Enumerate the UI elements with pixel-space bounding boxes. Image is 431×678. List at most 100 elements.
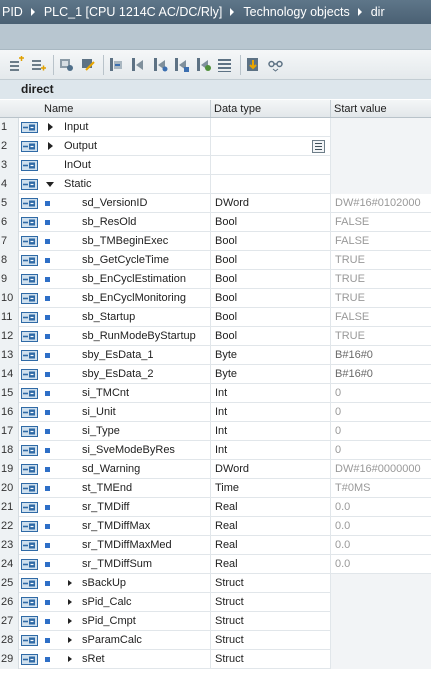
data-type-cell[interactable]: Byte (211, 364, 331, 384)
copy-snapshot-icon[interactable] (130, 56, 147, 73)
table-row[interactable]: 6 sb_ResOld Bool FALSE (0, 212, 431, 232)
add-row-icon[interactable] (30, 56, 47, 73)
data-type-cell[interactable]: DWord (211, 459, 331, 479)
start-value-cell[interactable] (331, 611, 431, 631)
expand-arrow-icon[interactable] (65, 574, 75, 593)
table-row[interactable]: 20 st_TMEnd Time T#0MS (0, 478, 431, 498)
name-cell[interactable]: sby_EsData_2 (41, 364, 211, 384)
start-value-cell[interactable]: FALSE (331, 213, 431, 232)
reset-icon[interactable] (58, 56, 75, 73)
table-row[interactable]: 15 si_TMCnt Int 0 (0, 383, 431, 403)
expand-arrow-icon[interactable] (65, 650, 75, 669)
start-value-cell[interactable] (331, 155, 431, 175)
name-cell[interactable]: sb_ResOld (41, 212, 211, 232)
data-type-cell[interactable] (211, 155, 331, 175)
glasses-icon[interactable] (267, 56, 284, 73)
expand-all-icon[interactable] (245, 56, 262, 73)
start-value-cell[interactable]: 0 (331, 384, 431, 403)
data-type-cell[interactable]: Struct (211, 630, 331, 650)
header-start-value[interactable]: Start value (331, 100, 431, 117)
name-cell[interactable]: sb_EnCyclEstimation (41, 269, 211, 289)
expand-arrow-icon[interactable] (65, 593, 75, 612)
data-type-cell[interactable]: Struct (211, 592, 331, 612)
start-value-cell[interactable] (331, 630, 431, 650)
start-value-cell[interactable] (331, 136, 431, 156)
name-cell[interactable]: sParamCalc (41, 630, 211, 650)
data-type-cell[interactable]: Bool (211, 269, 331, 289)
apply-snapshot-icon[interactable] (195, 56, 212, 73)
name-cell[interactable]: sRet (41, 649, 211, 669)
browse-list-icon[interactable] (312, 139, 325, 153)
table-row[interactable]: 9 sb_EnCyclEstimation Bool TRUE (0, 269, 431, 289)
name-cell[interactable]: sBackUp (41, 573, 211, 593)
header-data-type[interactable]: Data type (211, 100, 331, 117)
table-row[interactable]: 4 Static (0, 174, 431, 194)
data-type-cell[interactable]: Real (211, 516, 331, 536)
breadcrumb-item[interactable]: dir (371, 5, 385, 19)
name-cell[interactable]: sb_Startup (41, 307, 211, 327)
table-row[interactable]: 28 sParamCalc Struct (0, 630, 431, 650)
header-name[interactable]: Name (41, 100, 211, 117)
data-type-cell[interactable]: Bool (211, 288, 331, 308)
name-cell[interactable]: sr_TMDiffMaxMed (41, 535, 211, 555)
data-type-cell[interactable] (211, 174, 331, 194)
start-value-cell[interactable]: 0 (331, 441, 431, 460)
data-type-cell[interactable]: Real (211, 554, 331, 574)
name-cell[interactable]: Input (41, 117, 211, 137)
start-value-cell[interactable]: 0.0 (331, 517, 431, 536)
start-value-cell[interactable] (331, 592, 431, 612)
start-value-cell[interactable]: 0.0 (331, 536, 431, 555)
start-value-cell[interactable]: TRUE (331, 289, 431, 308)
name-cell[interactable]: sr_TMDiffSum (41, 554, 211, 574)
start-value-cell[interactable]: DW#16#0000000 (331, 460, 431, 479)
data-type-cell[interactable]: Struct (211, 611, 331, 631)
table-row[interactable]: 21 sr_TMDiff Real 0.0 (0, 497, 431, 517)
name-cell[interactable]: si_TMCnt (41, 383, 211, 403)
name-cell[interactable]: Output (41, 136, 211, 156)
monitor-icon[interactable] (80, 56, 97, 73)
table-row[interactable]: 11 sb_Startup Bool FALSE (0, 307, 431, 327)
table-row[interactable]: 17 si_Type Int 0 (0, 421, 431, 441)
name-cell[interactable]: Static (41, 174, 211, 194)
data-type-cell[interactable]: Real (211, 497, 331, 517)
start-value-cell[interactable]: DW#16#0102000 (331, 194, 431, 213)
name-cell[interactable]: sPid_Cmpt (41, 611, 211, 631)
data-type-cell[interactable] (211, 117, 331, 137)
data-type-cell[interactable]: Struct (211, 649, 331, 669)
start-value-cell[interactable]: FALSE (331, 308, 431, 327)
collapse-arrow-icon[interactable] (46, 175, 56, 194)
data-type-cell[interactable]: Time (211, 478, 331, 498)
expand-arrow-icon[interactable] (65, 631, 75, 650)
name-cell[interactable]: sby_EsData_1 (41, 345, 211, 365)
start-value-cell[interactable] (331, 117, 431, 137)
table-row[interactable]: 23 sr_TMDiffMaxMed Real 0.0 (0, 535, 431, 555)
name-cell[interactable]: sb_GetCycleTime (41, 250, 211, 270)
start-value-cell[interactable]: B#16#0 (331, 346, 431, 365)
table-row[interactable]: 13 sby_EsData_1 Byte B#16#0 (0, 345, 431, 365)
start-value-cell[interactable]: T#0MS (331, 479, 431, 498)
start-value-cell[interactable]: 0 (331, 403, 431, 422)
table-row[interactable]: 14 sby_EsData_2 Byte B#16#0 (0, 364, 431, 384)
table-row[interactable]: 29 sRet Struct (0, 649, 431, 669)
start-value-cell[interactable]: FALSE (331, 232, 431, 251)
data-type-cell[interactable]: DWord (211, 193, 331, 213)
data-type-cell[interactable]: Real (211, 535, 331, 555)
data-type-cell[interactable]: Int (211, 421, 331, 441)
start-value-cell[interactable]: TRUE (331, 270, 431, 289)
table-row[interactable]: 12 sb_RunModeByStartup Bool TRUE (0, 326, 431, 346)
data-type-cell[interactable]: Bool (211, 212, 331, 232)
snapshot-icon[interactable] (108, 56, 125, 73)
name-cell[interactable]: sd_VersionID (41, 193, 211, 213)
data-type-cell[interactable]: Bool (211, 231, 331, 251)
name-cell[interactable]: si_SveModeByRes (41, 440, 211, 460)
table-row[interactable]: 25 sBackUp Struct (0, 573, 431, 593)
table-row[interactable]: 3 InOut (0, 155, 431, 175)
data-type-cell[interactable]: Int (211, 383, 331, 403)
load-snapshot-icon[interactable] (173, 56, 190, 73)
expand-arrow-icon[interactable] (46, 118, 56, 137)
table-row[interactable]: 19 sd_Warning DWord DW#16#0000000 (0, 459, 431, 479)
table-row[interactable]: 1 Input (0, 117, 431, 137)
name-cell[interactable]: si_Unit (41, 402, 211, 422)
breadcrumb-item[interactable]: Technology objects (243, 5, 349, 19)
start-value-cell[interactable]: 0.0 (331, 498, 431, 517)
